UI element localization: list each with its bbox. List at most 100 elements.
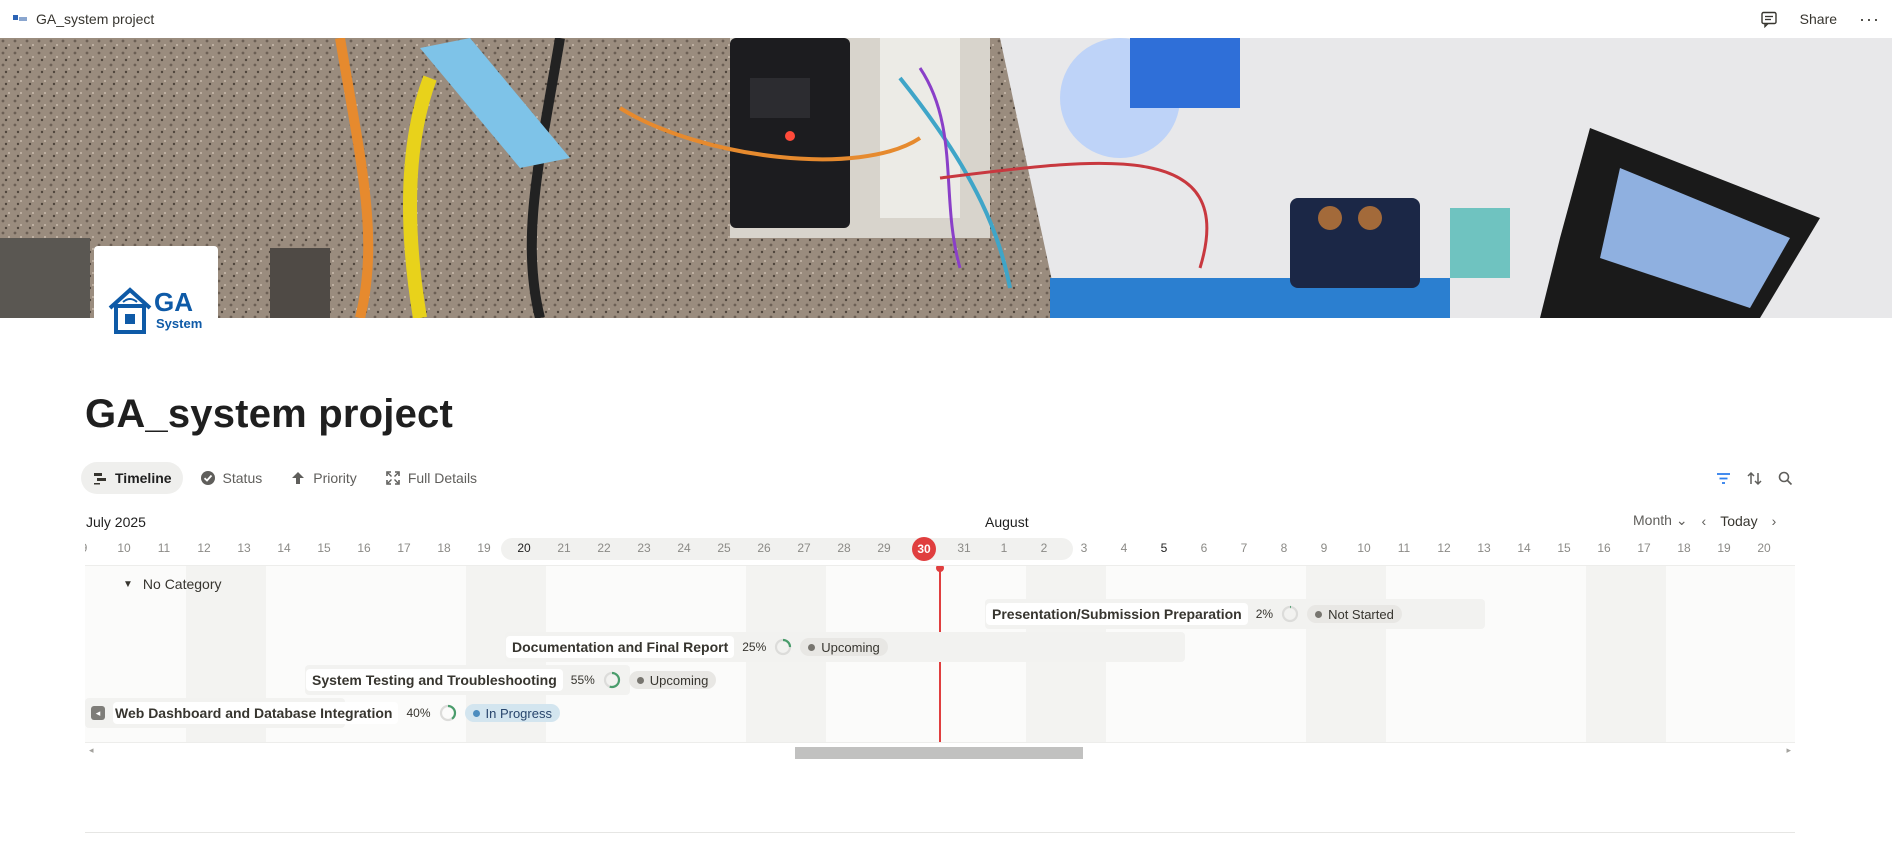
status-badge: Upcoming: [628, 671, 717, 689]
group-header[interactable]: ▼ No Category: [123, 576, 222, 592]
timeline-icon: [94, 473, 106, 485]
page-icon[interactable]: [12, 13, 28, 25]
scrollbar-thumb[interactable]: [795, 747, 1083, 759]
zoom-select[interactable]: Month ⌄: [1633, 512, 1688, 529]
breadcrumb-title[interactable]: GA_system project: [36, 11, 154, 27]
tab-status[interactable]: Status: [189, 462, 274, 494]
day-label: 23: [637, 541, 651, 555]
month-label-mid: August: [985, 514, 1029, 530]
day-label: 25: [717, 541, 731, 555]
progress-ring-icon: [439, 704, 456, 722]
today-date-badge: 30: [912, 537, 936, 561]
tab-label: Status: [222, 470, 263, 486]
task-percent: 2%: [1255, 607, 1274, 621]
day-label: 13: [237, 541, 251, 555]
day-label: 17: [1637, 541, 1651, 555]
filter-icon[interactable]: [1715, 470, 1732, 487]
arrow-up-icon: [292, 472, 305, 484]
search-icon[interactable]: [1777, 470, 1794, 487]
day-label: 20: [517, 541, 531, 555]
day-label: 3: [1080, 541, 1088, 555]
divider: [85, 832, 1795, 833]
day-label: 17: [397, 541, 411, 555]
day-label: 18: [437, 541, 451, 555]
day-label: 5: [1160, 541, 1168, 555]
day-label: 13: [1477, 541, 1491, 555]
progress-ring-icon: [775, 638, 792, 656]
day-label: 22: [597, 541, 611, 555]
task-row[interactable]: Documentation and Final Report 25% Upcom…: [506, 632, 888, 662]
day-label: 4: [1120, 541, 1128, 555]
day-label: 11: [1397, 541, 1411, 555]
tab-full-details[interactable]: Full Details: [374, 462, 488, 494]
status-badge: In Progress: [464, 704, 560, 722]
task-percent: 55%: [570, 673, 595, 687]
back-arrow-icon[interactable]: ◂: [91, 706, 105, 720]
day-label: 31: [957, 541, 971, 555]
task-row[interactable]: System Testing and Troubleshooting 55% U…: [306, 665, 717, 695]
day-label: 14: [277, 541, 291, 555]
weekend-column: [1306, 566, 1386, 742]
day-label: 20: [1757, 541, 1771, 555]
task-percent: 25%: [742, 640, 767, 654]
day-label: 2: [1040, 541, 1048, 555]
day-label: 19: [477, 541, 491, 555]
day-label: 16: [1597, 541, 1611, 555]
prev-arrow-icon[interactable]: ‹: [1702, 513, 1707, 529]
task-name[interactable]: Web Dashboard and Database Integration: [113, 702, 399, 724]
day-label: 10: [1357, 541, 1371, 555]
horizontal-scrollbar[interactable]: ◂ ▸: [85, 744, 1795, 759]
day-label: 11: [157, 541, 171, 555]
day-label: 9: [85, 541, 104, 555]
day-label: 21: [557, 541, 571, 555]
caret-down-icon[interactable]: ▼: [123, 579, 133, 590]
day-label: 7: [1240, 541, 1248, 555]
progress-ring-icon: [1281, 605, 1299, 623]
day-label: 1: [1000, 541, 1008, 555]
next-arrow-icon[interactable]: ›: [1772, 513, 1777, 529]
task-percent: 40%: [406, 706, 431, 720]
day-label: 24: [677, 541, 691, 555]
status-badge: Upcoming: [800, 638, 888, 656]
day-label: 27: [797, 541, 811, 555]
task-row[interactable]: ◂ Web Dashboard and Database Integration…: [91, 698, 560, 728]
day-label: 9: [1320, 541, 1328, 555]
task-name[interactable]: System Testing and Troubleshooting: [306, 669, 563, 691]
top-bar: GA_system project Share ···: [0, 0, 1892, 38]
scroll-right-icon[interactable]: ▸: [1786, 745, 1791, 756]
logo-text-ga: GA: [154, 287, 193, 317]
scroll-left-icon[interactable]: ◂: [89, 745, 94, 756]
today-button[interactable]: Today: [1720, 513, 1757, 529]
cover-image: [0, 38, 1892, 318]
sort-icon[interactable]: [1746, 470, 1763, 487]
day-label: 18: [1677, 541, 1691, 555]
tab-label: Priority: [313, 470, 357, 486]
logo-text-system: System: [156, 316, 202, 331]
share-button[interactable]: Share: [1800, 11, 1837, 27]
tab-label: Full Details: [407, 470, 478, 486]
page-title[interactable]: GA_system project: [85, 392, 453, 437]
day-label: 26: [757, 541, 771, 555]
task-name[interactable]: Presentation/Submission Preparation: [986, 603, 1248, 625]
task-row[interactable]: Presentation/Submission Preparation 2% N…: [986, 599, 1402, 629]
expand-icon: [386, 471, 400, 485]
month-label-left: July 2025: [86, 514, 146, 530]
tab-timeline[interactable]: Timeline: [81, 462, 183, 494]
task-name[interactable]: Documentation and Final Report: [506, 636, 735, 658]
status-badge: Not Started: [1307, 605, 1402, 623]
weekend-column: [1586, 566, 1666, 742]
more-icon[interactable]: ···: [1859, 10, 1880, 28]
ga-system-logo: GA System: [108, 287, 202, 334]
day-label: 12: [1437, 541, 1451, 555]
timeline-controls: Month ⌄ ‹ Today ›: [1633, 512, 1776, 529]
day-label: 19: [1717, 541, 1731, 555]
tab-priority[interactable]: Priority: [279, 462, 368, 494]
day-label: 14: [1517, 541, 1531, 555]
view-tools: [1715, 470, 1794, 487]
chevron-down-icon: ⌄: [1675, 512, 1688, 528]
day-strip: 9101112131415161718192021222324252627282…: [85, 537, 1795, 561]
comment-icon[interactable]: [1760, 10, 1778, 28]
tab-label: Timeline: [115, 470, 172, 486]
day-label: 28: [837, 541, 851, 555]
page-logo[interactable]: GA System: [94, 246, 218, 370]
